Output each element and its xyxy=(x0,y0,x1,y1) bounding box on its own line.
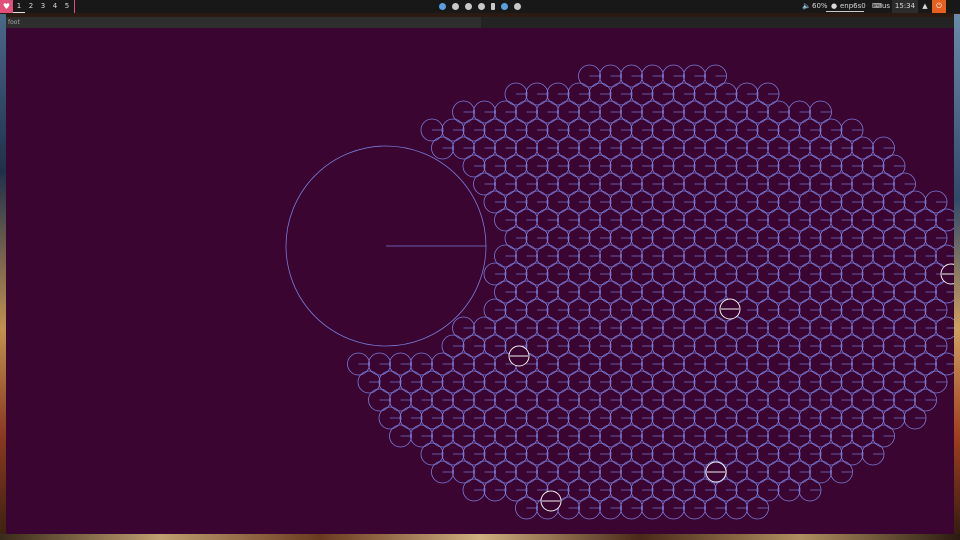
workspace-5[interactable]: 5 xyxy=(61,0,73,13)
keyboard-icon: ⌨ xyxy=(872,2,883,10)
power-icon[interactable]: ⏻ xyxy=(932,0,946,13)
workspace-3[interactable]: 3 xyxy=(37,0,49,13)
battery-icon[interactable] xyxy=(491,3,495,10)
top-status-bar: ♥ 1 2 3 4 5 🔈 60% ● enp6s0 ⌨ us 15:34 ▲ … xyxy=(0,0,960,13)
wallpaper-bottom-strip xyxy=(0,534,960,540)
clock[interactable]: 15:34 xyxy=(892,0,918,13)
network-icon[interactable] xyxy=(514,3,521,10)
workspace-1[interactable]: 1 xyxy=(13,0,25,13)
wallpaper-right-strip xyxy=(954,14,960,540)
bar-end-segment xyxy=(946,0,960,13)
volume-icon[interactable]: 🔈 xyxy=(802,0,811,13)
system-tray xyxy=(439,0,521,13)
window-title: foot xyxy=(6,17,481,28)
bluetooth-icon[interactable] xyxy=(501,3,508,10)
discord-icon[interactable] xyxy=(452,3,459,10)
chrome-icon[interactable] xyxy=(439,3,446,10)
workspace-2[interactable]: 2 xyxy=(25,0,37,13)
heart-icon[interactable]: ♥ xyxy=(0,0,13,13)
circle-packing-canvas xyxy=(285,64,954,520)
bell-icon[interactable]: ▲ xyxy=(918,0,932,13)
dropbox-icon[interactable] xyxy=(478,3,485,10)
workspace-4[interactable]: 4 xyxy=(49,0,61,13)
terminal-window[interactable]: foot xyxy=(6,17,954,534)
workspace-separator xyxy=(74,0,75,13)
location-pin-icon: ● xyxy=(831,2,838,10)
window-titlebar[interactable]: foot xyxy=(6,17,954,28)
keyboard-layout[interactable]: us xyxy=(882,0,890,13)
steam-icon[interactable] xyxy=(465,3,472,10)
network-interface[interactable]: enp6s0 xyxy=(840,0,866,13)
